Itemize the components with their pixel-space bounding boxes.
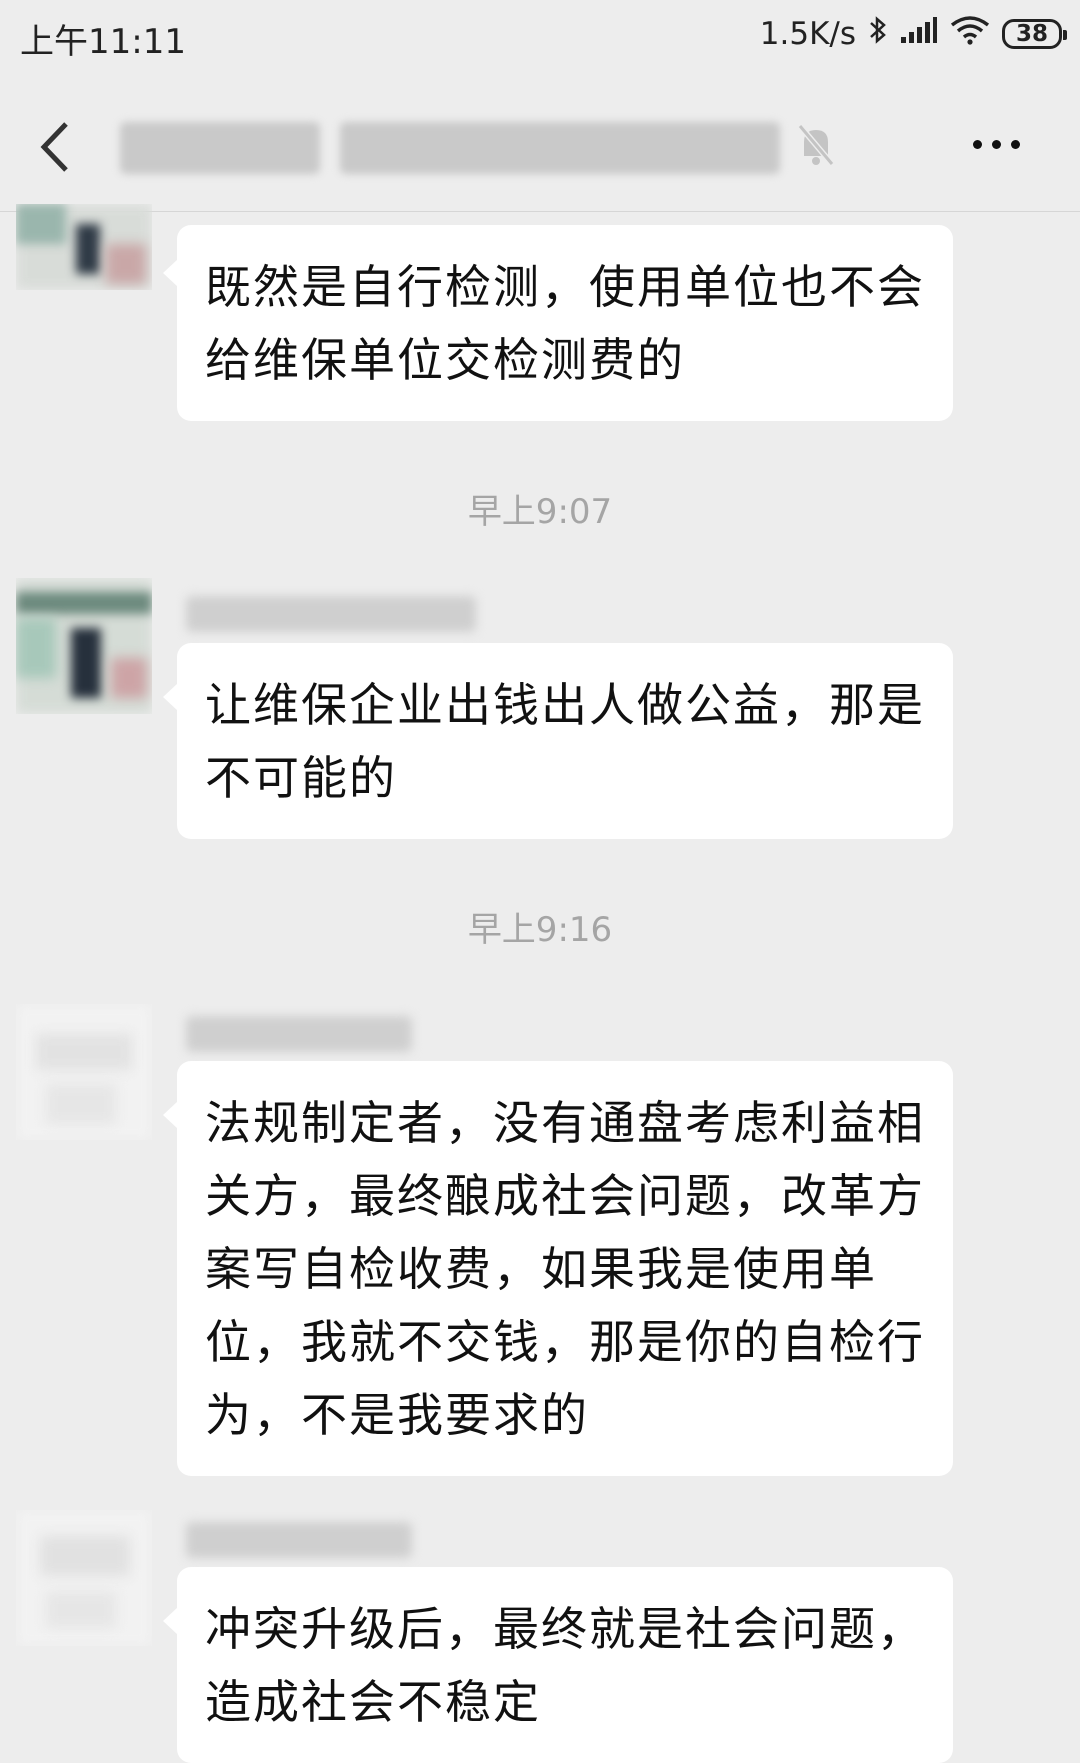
message-text: 法规制定者，没有通盘考虑利益相关方，最终酿成社会问题，改革方案写自检收费，如果我… (205, 1096, 925, 1442)
battery-icon: 38 (1002, 19, 1067, 49)
status-bar: 上午11:11 1.5K/s 38 (0, 0, 1080, 80)
wifi-icon (950, 15, 990, 53)
avatar[interactable] (16, 204, 152, 290)
avatar[interactable] (16, 578, 152, 714)
mute-bell-icon (796, 122, 836, 168)
message-timestamp: 早上9:16 (467, 910, 613, 950)
status-time: 上午11:11 (20, 22, 186, 62)
status-right: 1.5K/s 38 (759, 14, 1067, 54)
avatar[interactable] (16, 1510, 152, 1646)
signal-icon (900, 15, 938, 53)
avatar[interactable] (16, 1004, 152, 1140)
bluetooth-icon (868, 14, 888, 54)
sender-name (186, 1016, 412, 1052)
message-timestamp: 早上9:07 (467, 492, 613, 532)
sender-name (186, 1522, 412, 1558)
chat-title (120, 122, 320, 174)
network-speed: 1.5K/s (759, 16, 856, 52)
more-icon[interactable] (973, 140, 1020, 149)
message-bubble[interactable]: 法规制定者，没有通盘考虑利益相关方，最终酿成社会问题，改革方案写自检收费，如果我… (163, 1061, 953, 1476)
chat-title-part (340, 122, 780, 174)
back-icon[interactable] (36, 120, 76, 174)
message-text: 冲突升级后，最终就是社会问题，造成社会不稳定 (205, 1602, 925, 1729)
message-bubble[interactable]: 既然是自行检测，使用单位也不会给维保单位交检测费的 (163, 225, 953, 421)
message-bubble[interactable]: 让维保企业出钱出人做公益，那是不可能的 (163, 643, 953, 839)
message-bubble[interactable]: 冲突升级后，最终就是社会问题，造成社会不稳定 (163, 1567, 953, 1763)
chat-header (0, 82, 1080, 212)
message-text: 既然是自行检测，使用单位也不会给维保单位交检测费的 (205, 260, 925, 387)
message-text: 让维保企业出钱出人做公益，那是不可能的 (205, 678, 925, 805)
sender-name (186, 596, 476, 632)
